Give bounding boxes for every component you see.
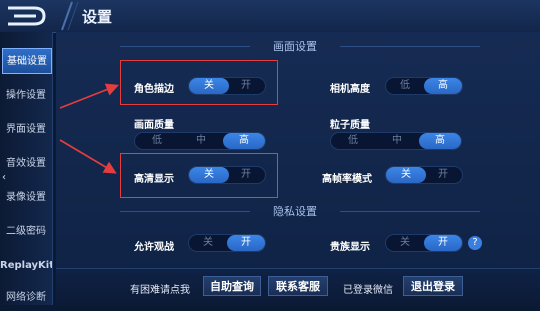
annotation-arrow-icon: [59, 83, 119, 174]
login-status-text: 已登录微信: [343, 285, 393, 296]
help-prompt-text: 有困难请点我: [130, 285, 190, 296]
logout-button[interactable]: 退出登录: [403, 276, 463, 296]
self-service-button[interactable]: 自助查询: [203, 276, 261, 296]
contact-support-button[interactable]: 联系客服: [268, 276, 328, 296]
